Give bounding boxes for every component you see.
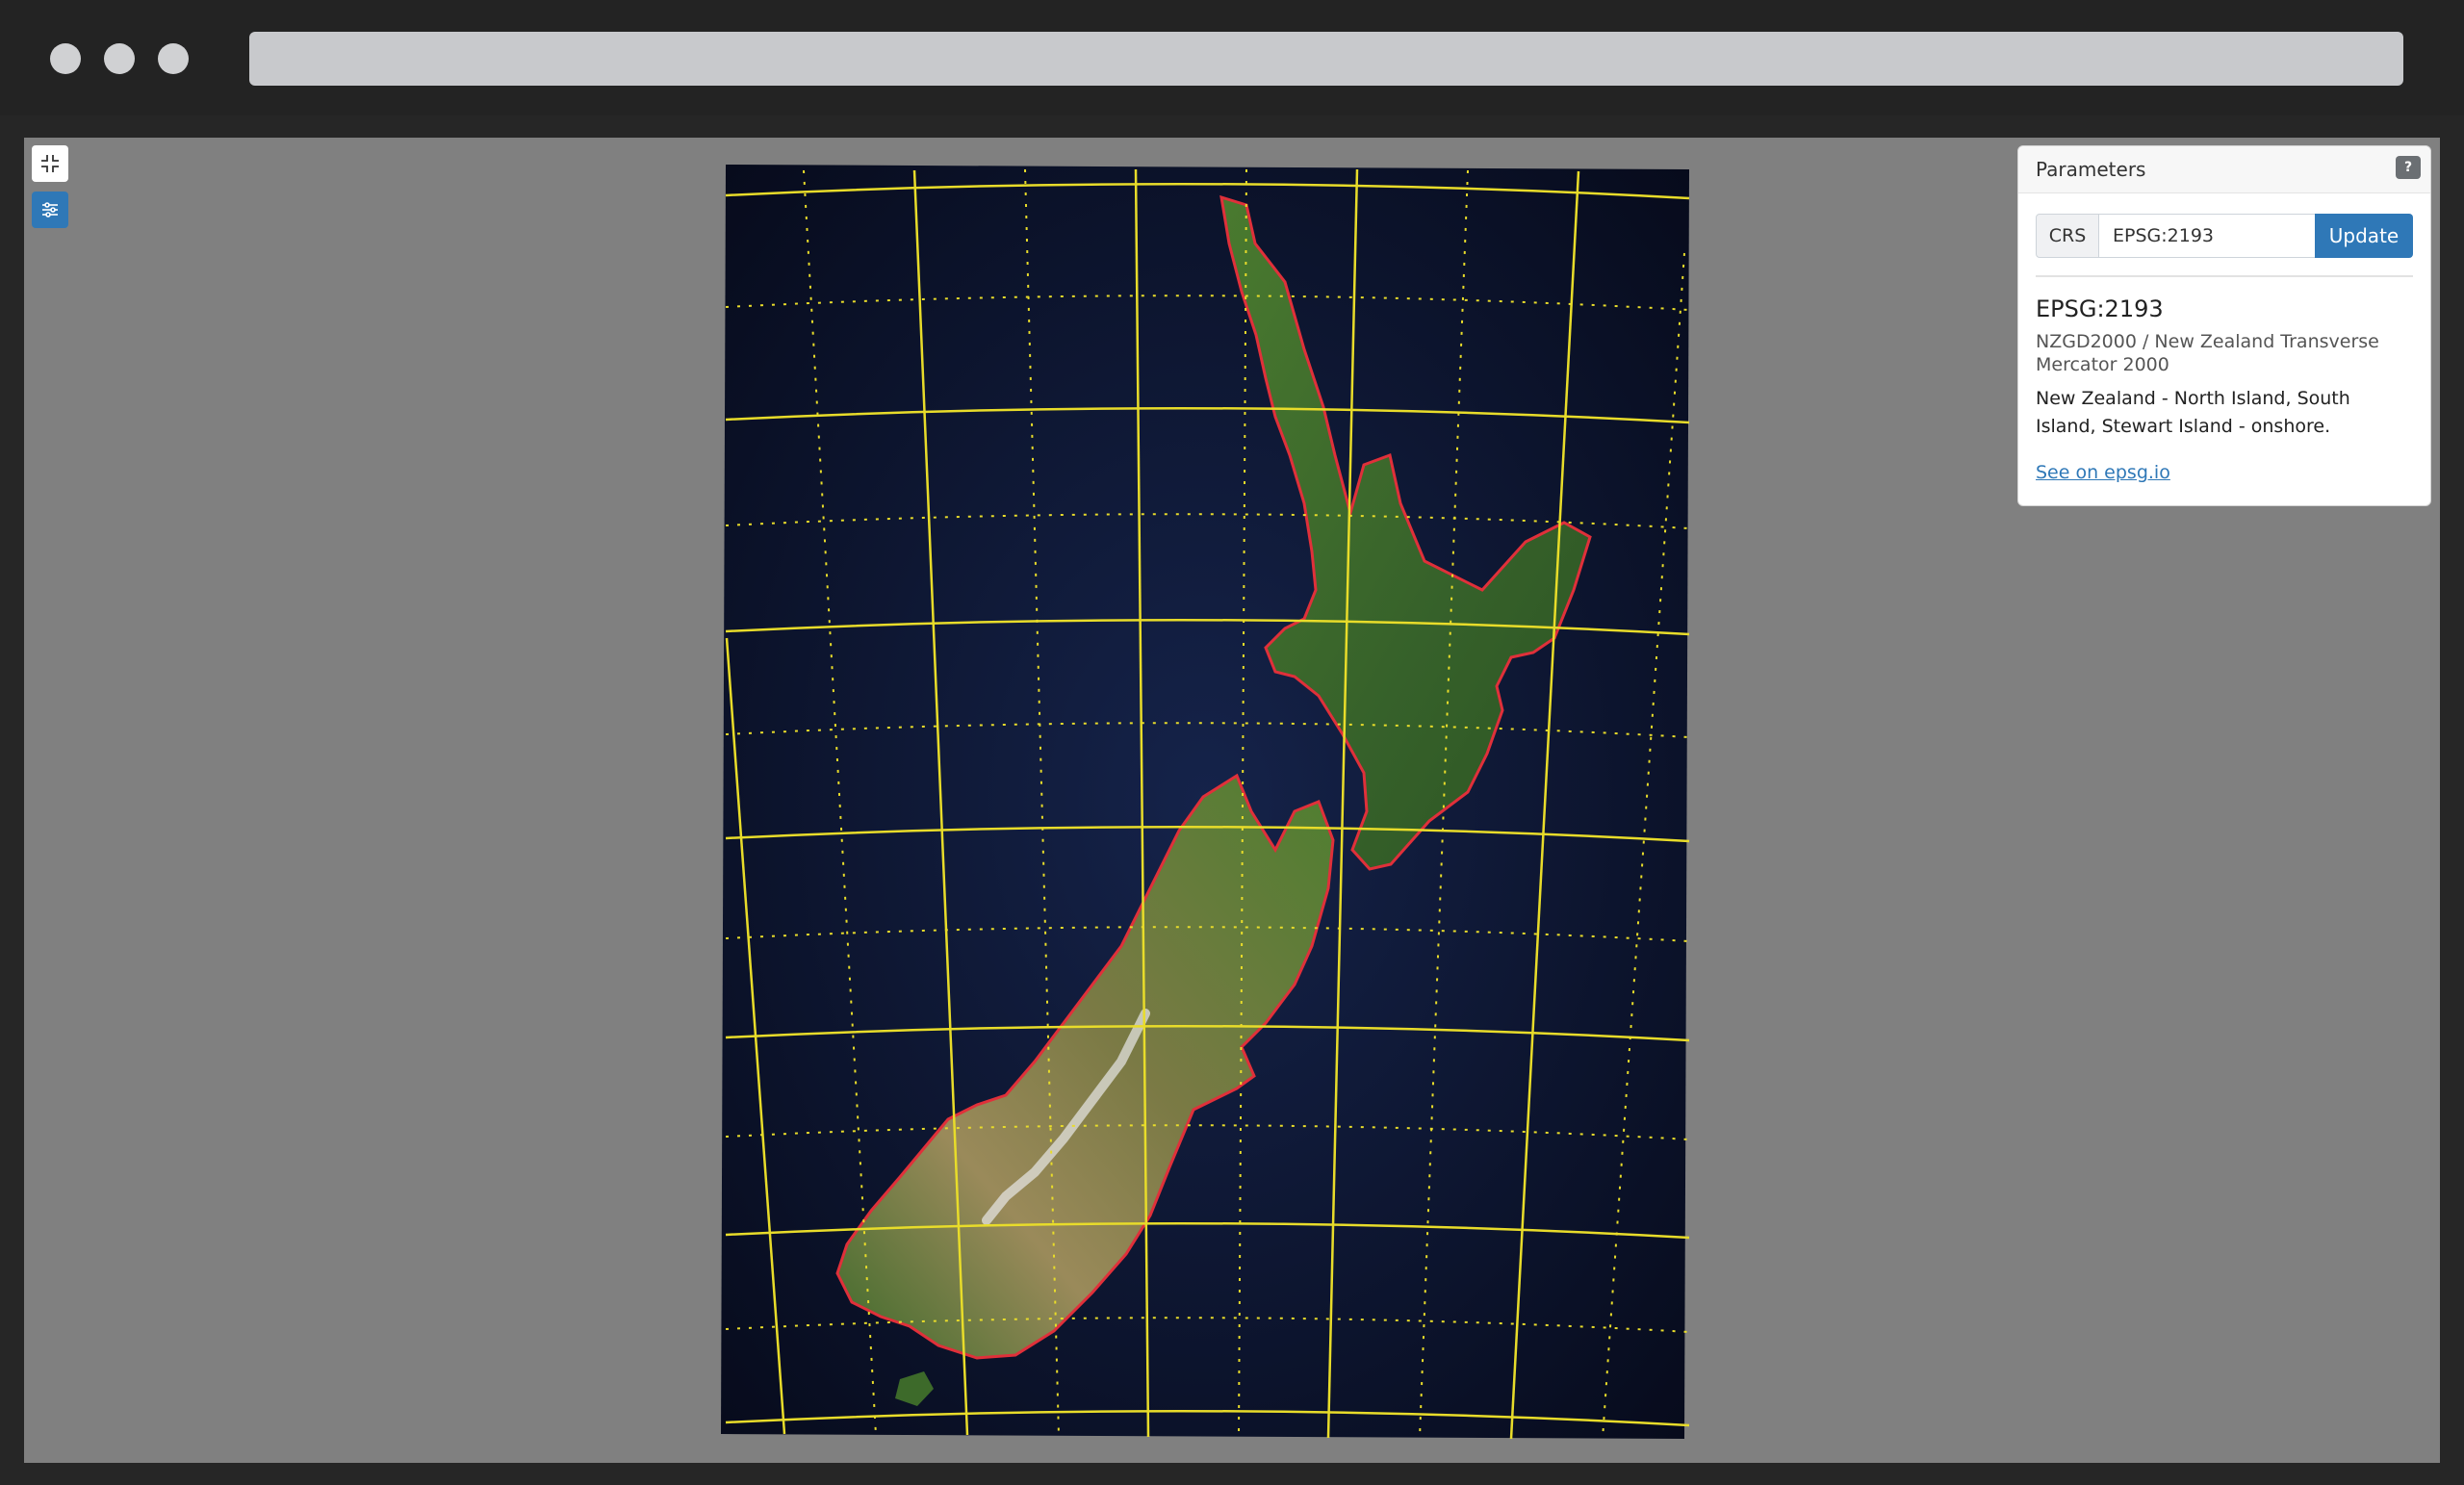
exit-fullscreen-icon <box>41 155 59 172</box>
exit-fullscreen-button[interactable] <box>32 145 68 182</box>
epsg-io-link[interactable]: See on epsg.io <box>2036 462 2170 483</box>
browser-chrome <box>0 0 2464 115</box>
help-button[interactable]: ? <box>2396 156 2421 179</box>
parameters-panel-header: Parameters ? <box>2018 146 2430 193</box>
update-button[interactable]: Update <box>2315 214 2413 258</box>
crs-code: EPSG:2193 <box>2036 295 2164 322</box>
map-settings-button[interactable] <box>32 192 68 228</box>
address-bar[interactable] <box>249 32 2403 86</box>
panel-divider <box>2036 275 2413 277</box>
window-minimize-dot[interactable] <box>104 43 135 74</box>
crs-label: CRS <box>2036 214 2099 258</box>
crs-name: NZGD2000 / New Zealand Transverse Mercat… <box>2036 331 2379 375</box>
crs-input[interactable] <box>2099 214 2315 258</box>
crs-input-group: CRS Update <box>2036 214 2413 258</box>
crs-area-of-use: New Zealand - North Island, South Island… <box>2036 388 2350 437</box>
window-maximize-dot[interactable] <box>158 43 189 74</box>
window-close-dot[interactable] <box>50 43 81 74</box>
parameters-panel: Parameters ? CRS Update EPSG:2193 NZGD20… <box>2017 145 2431 506</box>
sliders-icon <box>42 202 58 218</box>
parameters-title: Parameters <box>2036 158 2146 181</box>
